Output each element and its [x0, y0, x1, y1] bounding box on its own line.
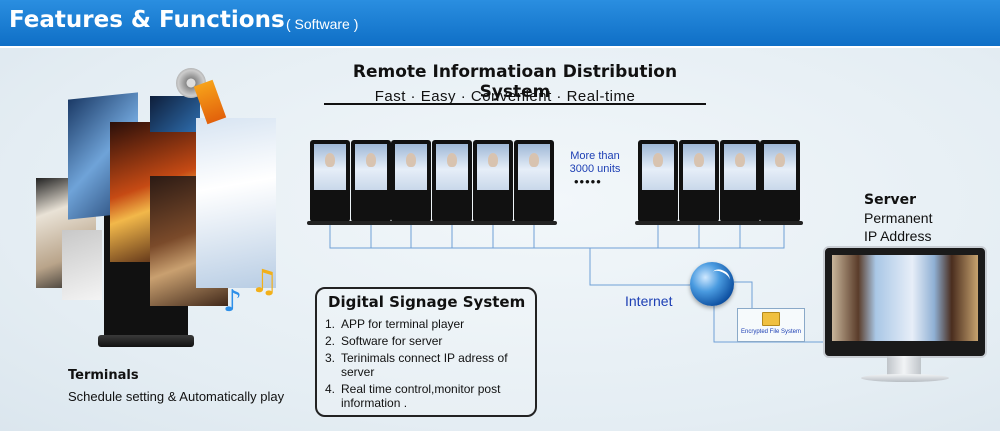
music-note-gold-icon: ♫ — [250, 262, 279, 300]
list-item: 2. Software for server — [325, 334, 443, 348]
music-note-blue-icon: ♪ — [223, 284, 243, 319]
server-monitor — [823, 246, 987, 382]
display-unit — [676, 140, 722, 225]
terminals-description: Schedule setting & Automatically play — [68, 389, 285, 404]
kiosk-stand — [98, 335, 194, 347]
server-line1: Permanent — [864, 210, 933, 226]
monitor-neck — [887, 356, 921, 376]
folder-icon — [762, 312, 780, 326]
list-item: 4. Real time control,monitor post informa… — [325, 382, 501, 410]
display-unit — [757, 140, 803, 225]
display-unit — [348, 140, 394, 225]
more-units-line1: More than — [570, 150, 620, 162]
encrypted-file-system: Encrypted File System — [737, 308, 805, 342]
more-units-label: More than 3000 units — [562, 150, 628, 176]
display-unit — [511, 140, 557, 225]
server-line2: IP Address — [864, 228, 932, 244]
list-item: 3. Terinimals connect IP adress of server — [325, 351, 508, 379]
server-title: Server — [864, 192, 917, 208]
monitor-base — [861, 374, 949, 382]
digital-signage-box: Digital Signage System 1. APP for termina… — [315, 287, 537, 417]
display-unit — [635, 140, 681, 225]
media-image-small — [150, 96, 200, 132]
display-unit — [470, 140, 516, 225]
media-image-white — [62, 230, 102, 300]
encrypted-file-system-label: Encrypted File System — [740, 329, 802, 335]
terminals-title: Terminals — [68, 368, 139, 383]
signage-feature-list: 1. APP for terminal player 2. Software for… — [325, 317, 535, 413]
globe-icon — [690, 262, 734, 306]
list-item: 1. APP for terminal player — [325, 317, 465, 331]
display-unit — [307, 140, 353, 225]
display-unit — [388, 140, 434, 225]
monitor-screen — [832, 255, 978, 341]
display-unit — [429, 140, 475, 225]
internet-label: Internet — [625, 293, 673, 309]
display-unit — [717, 140, 763, 225]
digital-signage-title: Digital Signage System — [328, 293, 526, 311]
ellipsis-dots: ••••• — [574, 174, 602, 189]
